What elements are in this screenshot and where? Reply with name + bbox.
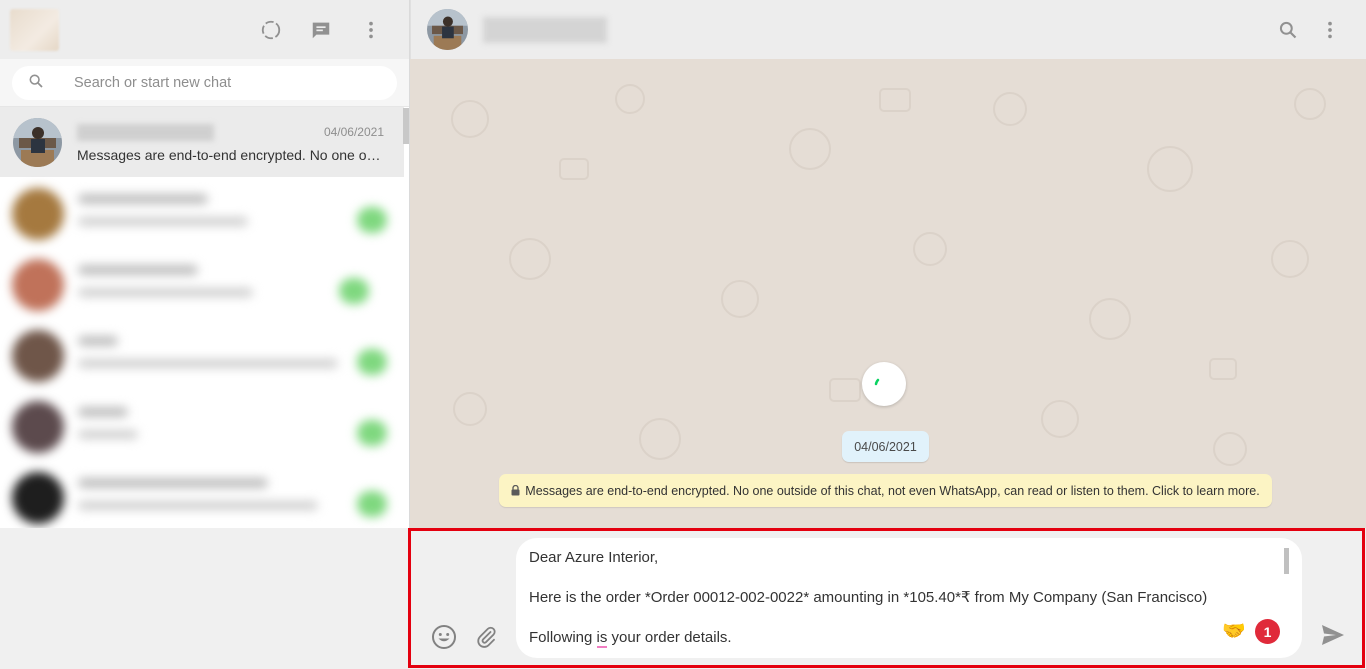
emoji-icon[interactable] (430, 623, 458, 651)
search-icon[interactable] (1274, 16, 1302, 44)
message-line-order: Here is the order *Order 00012-002-0022*… (529, 589, 1208, 606)
contact-name-blurred (483, 16, 607, 43)
loading-spinner (862, 362, 906, 406)
contact-avatar (13, 117, 62, 167)
menu-icon[interactable] (357, 16, 385, 44)
chat-item-blurred[interactable] (0, 248, 409, 319)
search-box (12, 66, 397, 100)
left-header (0, 0, 409, 59)
chat-item-blurred[interactable] (0, 319, 409, 390)
date-divider: 04/06/2021 (842, 431, 929, 462)
conversation-header[interactable] (410, 0, 1366, 59)
message-input[interactable]: Dear Azure Interior, Here is the order *… (516, 538, 1302, 658)
handshake-icon[interactable]: 🤝 (1222, 622, 1246, 642)
chat-item-blurred[interactable] (0, 390, 409, 461)
composer-bar: Dear Azure Interior, Here is the order *… (410, 528, 1366, 669)
lock-icon (511, 485, 520, 496)
chat-preview: Messages are end-to-end encrypted. No on… (77, 147, 382, 163)
encryption-notice[interactable]: Messages are end-to-end encrypted. No on… (499, 474, 1272, 507)
message-line-details: Following is your order details. (529, 628, 1289, 648)
chat-item-blurred[interactable] (0, 177, 409, 248)
contact-avatar[interactable] (427, 9, 468, 50)
menu-icon[interactable] (1316, 16, 1344, 44)
search-bar (0, 59, 409, 107)
message-input-scrollbar[interactable] (1284, 548, 1289, 574)
attach-icon[interactable] (472, 623, 500, 651)
status-icon[interactable] (257, 16, 285, 44)
details-prefix: Following (529, 629, 597, 646)
details-suffix: your order details. (607, 629, 732, 646)
chat-background: 04/06/2021 Messages are end-to-end encry… (410, 59, 1366, 528)
chat-item-blurred[interactable] (0, 461, 409, 532)
encryption-notice-text: Messages are end-to-end encrypted. No on… (525, 483, 1260, 498)
contact-name-blurred (77, 123, 214, 141)
profile-avatar[interactable] (10, 8, 59, 51)
chat-date: 04/06/2021 (323, 125, 384, 139)
chat-list-scrollbar[interactable] (403, 108, 409, 144)
chat-item-active[interactable]: 04/06/2021 Messages are end-to-end encry… (0, 107, 404, 177)
new-chat-icon[interactable] (307, 16, 335, 44)
message-line-greeting: Dear Azure Interior, (529, 549, 659, 566)
whatsapp-web-window: 04/06/2021 Messages are end-to-end encry… (0, 0, 1366, 669)
spellcheck-word: is (596, 629, 608, 648)
send-icon[interactable] (1320, 623, 1346, 652)
extension-badge[interactable]: 1 (1255, 619, 1280, 644)
search-input[interactable] (74, 75, 374, 91)
search-icon (28, 73, 44, 94)
